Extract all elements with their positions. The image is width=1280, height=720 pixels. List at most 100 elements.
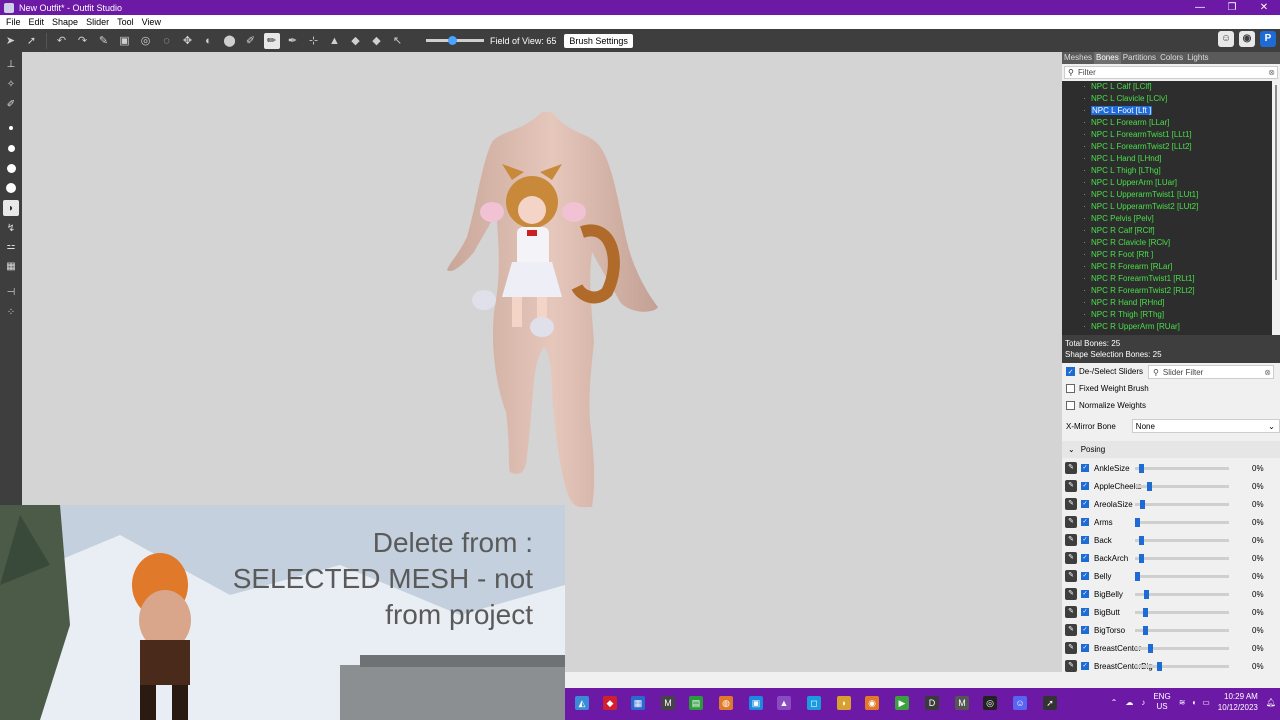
wand-icon[interactable]: ✐ bbox=[3, 96, 19, 112]
edit-slider-icon[interactable]: ✎ bbox=[1065, 606, 1077, 618]
fov-slider-thumb[interactable] bbox=[448, 36, 457, 45]
bone-item[interactable]: NPC R ForearmTwist2 [RLt2] bbox=[1062, 285, 1272, 297]
undo-icon[interactable]: ↶ bbox=[54, 33, 70, 49]
slider-checkbox[interactable]: ✓ bbox=[1081, 518, 1089, 526]
outfit-studio-taskbar-icon[interactable]: ➚ bbox=[1043, 696, 1057, 710]
mask-brush-icon[interactable]: ▣ bbox=[117, 33, 133, 49]
notification-bell-icon[interactable]: 🔔︎ bbox=[1266, 698, 1276, 707]
menu-shape[interactable]: Shape bbox=[48, 17, 82, 27]
bone-item[interactable]: NPC R Foot [Rft ] bbox=[1062, 249, 1272, 261]
deflate-brush-icon[interactable]: ◌ bbox=[159, 33, 175, 49]
app-m-icon[interactable]: M bbox=[661, 696, 675, 710]
slider-checkbox[interactable]: ✓ bbox=[1081, 482, 1089, 490]
chevron-up-icon[interactable]: ⌃ bbox=[1111, 698, 1118, 707]
scrollbar-thumb[interactable] bbox=[1275, 85, 1277, 280]
bone-item[interactable]: NPC R Clavicle [RClv] bbox=[1062, 237, 1272, 249]
weight-brush-icon[interactable]: ✏ bbox=[263, 32, 280, 49]
edit-slider-icon[interactable]: ✎ bbox=[1065, 552, 1077, 564]
slider-thumb[interactable] bbox=[1147, 481, 1153, 491]
slider-thumb[interactable] bbox=[1138, 553, 1144, 563]
slider-thumb[interactable] bbox=[1143, 589, 1149, 599]
bone-item[interactable]: NPC L UpperarmTwist1 [LUt1] bbox=[1062, 189, 1272, 201]
app-yellow-icon[interactable]: ◗ bbox=[837, 696, 851, 710]
edit-slider-icon[interactable]: ✎ bbox=[1065, 480, 1077, 492]
bone-item[interactable]: NPC L Thigh [LThg] bbox=[1062, 165, 1272, 177]
menu-edit[interactable]: Edit bbox=[25, 17, 49, 27]
slider-track[interactable] bbox=[1135, 463, 1229, 473]
delete-vertex-icon[interactable]: ◆ bbox=[369, 33, 385, 49]
collapse-vertex-icon[interactable]: ⊹ bbox=[306, 33, 322, 49]
menu-view[interactable]: View bbox=[138, 17, 165, 27]
x-mirror-select[interactable]: None ⌄ bbox=[1131, 419, 1280, 433]
undiff-brush-icon[interactable]: ⬤ bbox=[222, 33, 238, 49]
edit-slider-icon[interactable]: ✎ bbox=[1065, 534, 1077, 546]
cloud-icon[interactable]: ☁ bbox=[1125, 698, 1133, 707]
slider-track[interactable] bbox=[1135, 553, 1229, 563]
edit-slider-icon[interactable]: ✎ bbox=[1065, 462, 1077, 474]
slider-track[interactable] bbox=[1135, 661, 1229, 671]
app-green-icon[interactable]: ▤ bbox=[689, 696, 703, 710]
slider-track[interactable] bbox=[1135, 625, 1229, 635]
clear-filter-icon[interactable]: ⊗ bbox=[1264, 368, 1271, 377]
slider-checkbox[interactable]: ✓ bbox=[1081, 608, 1089, 616]
slider-thumb[interactable] bbox=[1135, 517, 1140, 527]
calculator-icon[interactable]: ▦ bbox=[631, 696, 645, 710]
bone-item[interactable]: NPC L Clavicle [LClv] bbox=[1062, 93, 1272, 105]
slider-thumb[interactable] bbox=[1143, 625, 1148, 635]
widgets-icon[interactable]: ◭ bbox=[575, 696, 589, 710]
edit-slider-icon[interactable]: ✎ bbox=[1065, 588, 1077, 600]
slider-track[interactable] bbox=[1135, 571, 1229, 581]
battery-icon[interactable]: ▭ bbox=[1202, 698, 1210, 707]
blender-icon[interactable]: ◉ bbox=[865, 696, 879, 710]
volume-icon[interactable]: ◖ bbox=[1191, 698, 1196, 707]
slider-track[interactable] bbox=[1135, 643, 1229, 653]
edit-slider-icon[interactable]: ✎ bbox=[1065, 660, 1077, 672]
fixed-weight-brush-checkbox[interactable]: Fixed Weight Brush bbox=[1066, 384, 1149, 393]
bone-item[interactable]: NPC L Calf [LClf] bbox=[1062, 81, 1272, 93]
mirror-icon[interactable]: ↯ bbox=[3, 220, 19, 236]
bone-item[interactable]: NPC R Calf [RClf] bbox=[1062, 225, 1272, 237]
clear-filter-icon[interactable]: ⊗ bbox=[1268, 68, 1275, 77]
texture-icon[interactable]: ⁘ bbox=[3, 304, 19, 320]
bone-item[interactable]: NPC L ForearmTwist2 [LLt2] bbox=[1062, 141, 1272, 153]
slider-thumb[interactable] bbox=[1139, 535, 1145, 545]
slider-checkbox[interactable]: ✓ bbox=[1081, 662, 1089, 670]
app-green2-icon[interactable]: ▶ bbox=[895, 696, 909, 710]
smooth-brush-icon[interactable]: ◐ bbox=[201, 33, 217, 49]
maximize-button[interactable]: ❐ bbox=[1216, 0, 1248, 15]
slider-thumb[interactable] bbox=[1140, 499, 1146, 509]
bone-item[interactable]: NPC L Forearm [LLar] bbox=[1062, 117, 1272, 129]
brush-size-tiny-icon[interactable] bbox=[3, 120, 19, 136]
redo-icon[interactable]: ↷ bbox=[75, 33, 91, 49]
bone-item[interactable]: NPC R ForearmTwist1 [RLt1] bbox=[1062, 273, 1272, 285]
color-brush-icon[interactable]: ✐ bbox=[243, 33, 259, 49]
slider-checkbox[interactable]: ✓ bbox=[1081, 554, 1089, 562]
app-ds-icon[interactable]: D bbox=[925, 696, 939, 710]
slider-checkbox[interactable]: ✓ bbox=[1081, 464, 1089, 472]
tab-colors[interactable]: Colors bbox=[1158, 52, 1185, 64]
slider-thumb[interactable] bbox=[1135, 571, 1140, 581]
edit-slider-icon[interactable]: ✎ bbox=[1065, 642, 1077, 654]
brush-mode-icon[interactable]: ◗ bbox=[3, 200, 19, 216]
menu-file[interactable]: File bbox=[2, 17, 25, 27]
pointer-icon[interactable]: ↖ bbox=[390, 33, 406, 49]
slider-checkbox[interactable]: ✓ bbox=[1081, 500, 1089, 508]
bone-item[interactable]: NPC R Hand [RHnd] bbox=[1062, 297, 1272, 309]
tab-lights[interactable]: Lights bbox=[1185, 52, 1210, 64]
app-window-icon[interactable]: ◻ bbox=[807, 696, 821, 710]
tab-partitions[interactable]: Partitions bbox=[1121, 52, 1158, 64]
slider-checkbox[interactable]: ✓ bbox=[1081, 644, 1089, 652]
inflate-brush-icon[interactable]: ◎ bbox=[138, 33, 154, 49]
move-brush-icon[interactable]: ✥ bbox=[180, 33, 196, 49]
bone-item[interactable]: NPC L UpperarmTwist2 [LUt2] bbox=[1062, 201, 1272, 213]
bone-item[interactable]: NPC L ForearmTwist1 [LLt1] bbox=[1062, 129, 1272, 141]
brush-settings-button[interactable]: Brush Settings bbox=[564, 33, 633, 48]
patreon-icon[interactable]: P bbox=[1260, 31, 1276, 47]
slider-track[interactable] bbox=[1135, 499, 1229, 509]
edit-slider-icon[interactable]: ✎ bbox=[1065, 570, 1077, 582]
bone-item[interactable]: NPC L UpperArm [LUar] bbox=[1062, 177, 1272, 189]
slider-checkbox[interactable]: ✓ bbox=[1081, 572, 1089, 580]
obs-icon[interactable]: ◎ bbox=[983, 696, 997, 710]
bone-item[interactable]: NPC Pelvis [Pelv] bbox=[1062, 213, 1272, 225]
discord-icon[interactable]: ☺ bbox=[1218, 31, 1234, 47]
